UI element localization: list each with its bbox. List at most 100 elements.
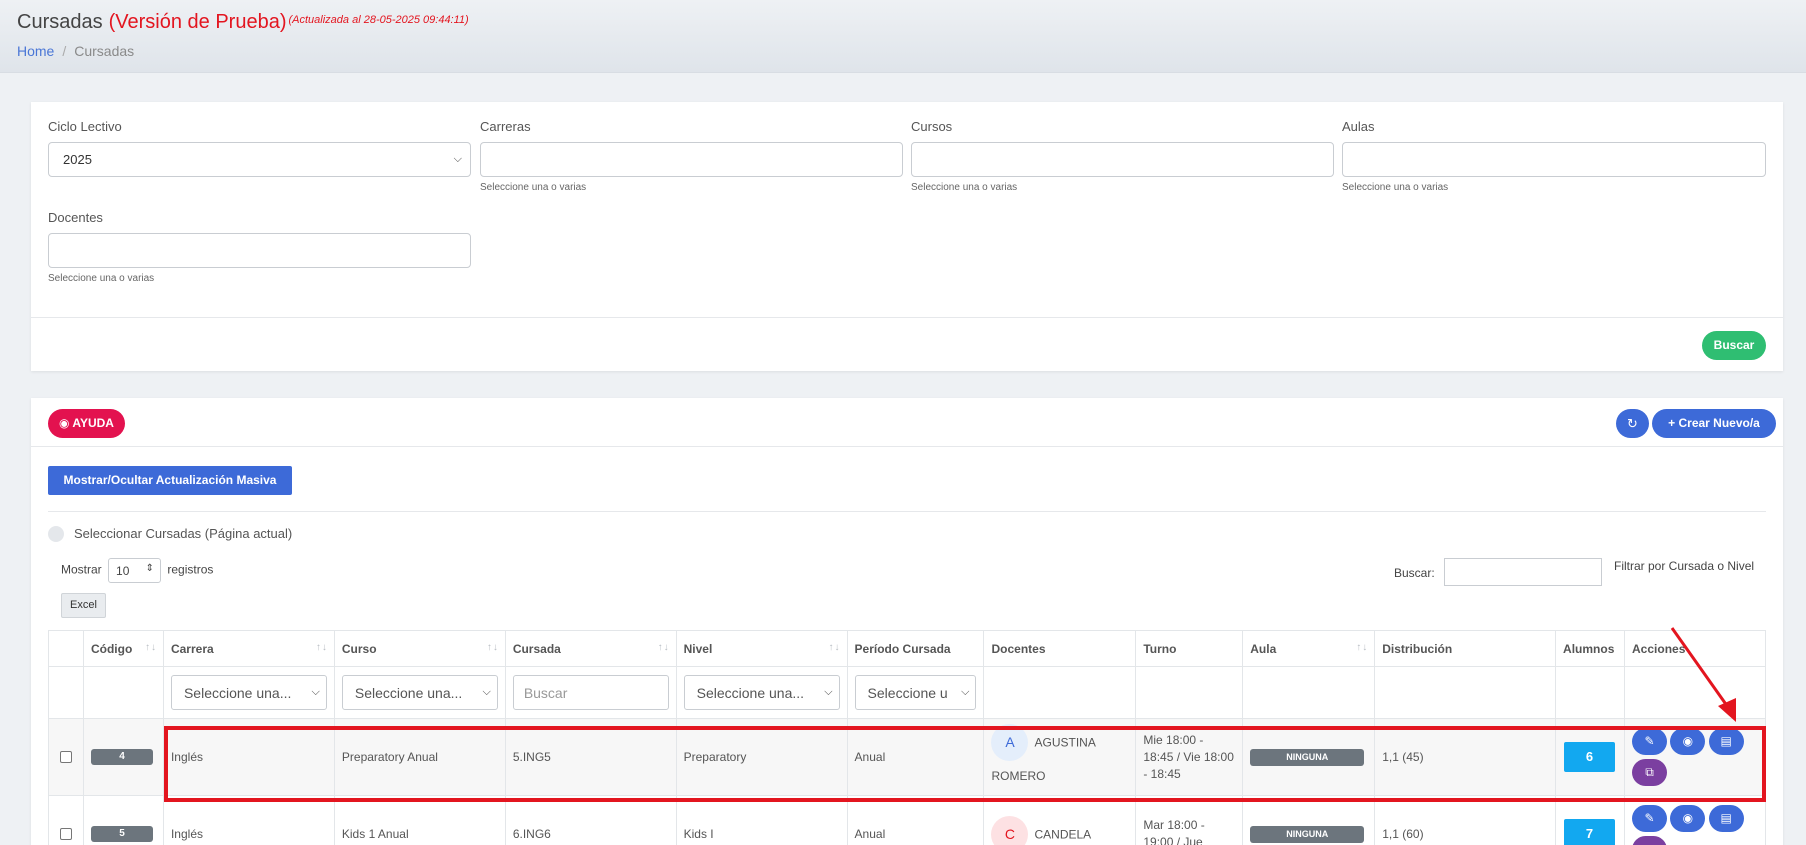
curso-filter-select[interactable]: Seleccione una... ⌵ xyxy=(341,675,498,710)
eye-icon: ◉ xyxy=(1682,734,1694,748)
aula-cell: NINGUNA xyxy=(1242,795,1376,845)
page-length-value: 10 xyxy=(116,564,130,578)
table-row: 5 Inglés Kids 1 Anual 6.ING6 Kids I Anua… xyxy=(48,795,1766,845)
plus-icon: + xyxy=(1668,416,1676,430)
select-page-toggle[interactable]: Seleccionar Cursadas (Página actual) xyxy=(48,525,292,542)
nivel-filter-value: Seleccione una... xyxy=(696,685,805,701)
masiva-toggle-button[interactable]: Mostrar/Ocultar Actualización Masiva xyxy=(48,466,292,495)
edit-button[interactable]: ✎ xyxy=(1632,728,1668,755)
avatar: A xyxy=(991,724,1029,762)
nivel-cell: Preparatory xyxy=(675,718,848,796)
sort-icon: ↑↓ xyxy=(315,642,328,653)
col-curso[interactable]: Curso ↑↓ xyxy=(333,630,506,667)
col-nivel[interactable]: Nivel ↑↓ xyxy=(675,630,848,667)
docentes-cell: C CANDELA xyxy=(983,795,1137,845)
alumnos-badge[interactable]: 7 xyxy=(1564,819,1616,845)
distribucion-cell: 1,1 (45) xyxy=(1374,718,1557,796)
aulas-select[interactable] xyxy=(1342,142,1766,177)
table-search-input[interactable] xyxy=(1444,558,1602,586)
crear-nuevo-button[interactable]: + Crear Nuevo/a xyxy=(1652,409,1776,438)
periodo-filter-select[interactable]: Seleccione u ⌵ xyxy=(854,675,977,710)
nivel-cell: Kids I xyxy=(675,795,848,845)
curso-cell: Kids 1 Anual xyxy=(333,795,506,845)
filters-divider xyxy=(31,317,1783,318)
col-docentes: Docentes xyxy=(983,630,1137,667)
trial-label: (Versión de Prueba) xyxy=(108,11,287,33)
carrera-cell: Inglés xyxy=(162,718,335,796)
docentes-select[interactable] xyxy=(48,233,471,268)
cursos-select[interactable] xyxy=(911,142,1334,177)
aulas-hint: Seleccione una o varias xyxy=(1342,182,1449,193)
cursada-filter-input[interactable]: Buscar xyxy=(512,675,669,710)
col-cursada[interactable]: Cursada ↑↓ xyxy=(504,630,677,667)
carrera-filter-value: Seleccione una... xyxy=(183,685,292,701)
filter-cell: Seleccione una... ⌵ xyxy=(333,666,506,719)
filter-cell xyxy=(983,666,1137,719)
col-carrera-label: Carrera xyxy=(170,641,214,656)
tasks-button[interactable]: ▤ xyxy=(1708,728,1744,755)
sort-icon: ↑↓ xyxy=(1356,642,1369,653)
docente-surname: ROMERO xyxy=(991,768,1046,783)
col-carrera[interactable]: Carrera ↑↓ xyxy=(162,630,335,667)
col-nivel-label: Nivel xyxy=(683,641,713,656)
row-checkbox[interactable] xyxy=(59,828,72,840)
toggle-switch[interactable] xyxy=(48,525,64,542)
codigo-cell: 5 xyxy=(82,795,164,845)
alumnos-badge[interactable]: 6 xyxy=(1564,742,1616,772)
crear-label: Crear Nuevo/a xyxy=(1678,416,1760,430)
buscar-button[interactable]: Buscar xyxy=(1702,331,1766,360)
ciclo-select[interactable]: 2025 ⌵ xyxy=(48,142,471,177)
carrera-filter-select[interactable]: Seleccione una... ⌵ xyxy=(170,675,327,710)
refresh-button[interactable]: ↻ xyxy=(1616,409,1649,438)
ayuda-button[interactable]: ◉ AYUDA xyxy=(48,409,125,438)
carreras-select[interactable] xyxy=(480,142,903,177)
sort-icon: ↑↓ xyxy=(144,642,157,653)
chevron-down-icon: ⌵ xyxy=(453,153,462,165)
aula-badge: NINGUNA xyxy=(1250,825,1365,843)
col-curso-label: Curso xyxy=(341,641,377,656)
row-checkbox[interactable] xyxy=(59,751,72,763)
docentes-cell: A AGUSTINA ROMERO xyxy=(983,718,1137,796)
docente-name: AGUSTINA xyxy=(1034,735,1096,750)
col-alumnos-label: Alumnos xyxy=(1563,641,1615,656)
page-length: Mostrar 10 ⇕ registros xyxy=(61,558,213,583)
list-circle-icon: ▤ xyxy=(1720,734,1732,748)
cursada-filter-placeholder: Buscar xyxy=(523,685,568,701)
cursos-hint: Seleccione una o varias xyxy=(911,182,1018,193)
view-button[interactable]: ◉ xyxy=(1670,728,1706,755)
cursos-label: Cursos xyxy=(911,119,953,134)
page-length-select[interactable]: 10 ⇕ xyxy=(108,558,162,583)
nivel-filter-select[interactable]: Seleccione una... ⌵ xyxy=(683,675,840,710)
col-acciones: Acciones xyxy=(1624,630,1766,667)
carreras-hint: Seleccione una o varias xyxy=(480,182,587,193)
updated-label: (Actualizada al 28-05-2025 09:44:11) xyxy=(288,14,469,26)
masiva-divider xyxy=(48,511,1766,512)
col-codigo-label: Código xyxy=(90,641,133,656)
acciones-cell: ✎ ◉ ▤ ⧉ xyxy=(1624,718,1766,796)
filter-row: Seleccione una... ⌵ Seleccione una... ⌵ Bu… xyxy=(48,666,1766,719)
chevron-down-icon: ⌵ xyxy=(961,686,970,698)
page-title-text: Cursadas xyxy=(17,11,103,33)
docentes-label: Docentes xyxy=(48,210,103,225)
distribucion-cell: 1,1 (60) xyxy=(1374,795,1557,845)
col-codigo[interactable]: Código ↑↓ xyxy=(82,630,164,667)
breadcrumb: Home / Cursadas xyxy=(17,43,134,59)
breadcrumb-home[interactable]: Home xyxy=(17,43,54,59)
excel-button[interactable]: Excel xyxy=(61,593,106,618)
select-page-label: Seleccionar Cursadas (Página actual) xyxy=(74,526,293,542)
col-turno: Turno xyxy=(1135,630,1244,667)
cursada-cell: 5.ING5 xyxy=(504,718,677,796)
edit-button[interactable]: ✎ xyxy=(1632,805,1668,832)
view-button[interactable]: ◉ xyxy=(1670,805,1706,832)
duplicate-button[interactable]: ⧉ xyxy=(1632,759,1668,786)
col-distribucion-label: Distribución xyxy=(1382,641,1453,656)
toolbar-divider xyxy=(31,446,1783,447)
tasks-button[interactable]: ▤ xyxy=(1708,805,1744,832)
filter-cell: Buscar xyxy=(504,666,677,719)
edit-icon: ✎ xyxy=(1644,734,1655,748)
duplicate-button[interactable]: ⧉ xyxy=(1632,836,1668,845)
filter-cell: Seleccione una... ⌵ xyxy=(675,666,848,719)
list-card: ◉ AYUDA ↻ + Crear Nuevo/a Mostrar/Oculta… xyxy=(31,398,1783,845)
col-aula[interactable]: Aula ↑↓ xyxy=(1242,630,1376,667)
col-periodo: Período Cursada xyxy=(846,630,985,667)
